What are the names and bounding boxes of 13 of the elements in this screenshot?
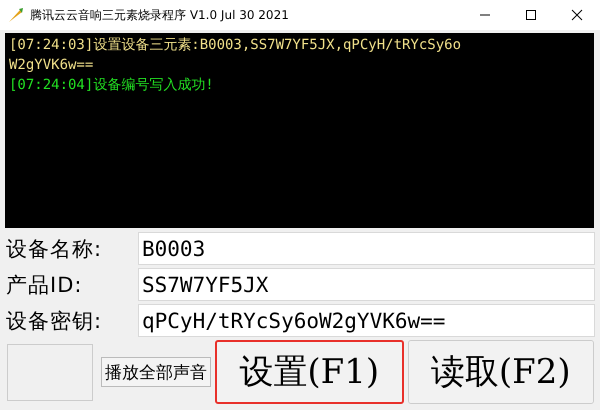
field-label: 设备密钥: <box>6 308 104 334</box>
log-line: [07:24:03]设置设备三元素:B0003,SS7W7YF5JX,qPCyH/tRYcSy6oW2gYVK6w== <box>9 36 462 75</box>
window-title: 腾讯云云音响三元素烧录程序 V1.0 Jul 30 2021 <box>30 6 290 24</box>
field-label: 产品ID: <box>6 272 84 298</box>
action-button[interactable]: 读取(F2) <box>408 340 594 404</box>
text-field[interactable]: SS7W7YF5JX <box>138 268 595 301</box>
text-field[interactable]: B0003 <box>138 232 595 265</box>
log-line: [07:24:04]设备编号写入成功! <box>9 76 215 95</box>
app-icon <box>8 7 24 23</box>
text-field[interactable]: qPCyH/tRYcSy6oW2gYVK6w== <box>138 304 595 337</box>
field-label: 设备名称: <box>6 236 104 262</box>
action-button[interactable]: 设置(F1) <box>215 340 404 404</box>
play-all-button[interactable]: 播放全部声音 <box>101 357 211 387</box>
